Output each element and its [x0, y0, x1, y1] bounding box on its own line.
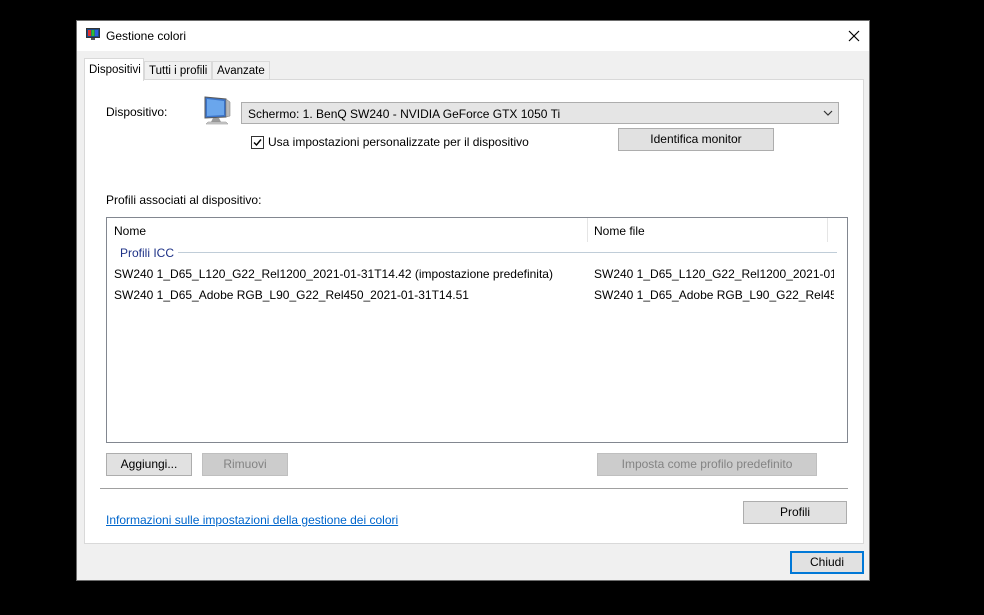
device-label: Dispositivo: [106, 105, 168, 119]
custom-settings-label[interactable]: Usa impostazioni personalizzate per il d… [268, 135, 529, 149]
profile-name: SW240 1_D65_L120_G22_Rel1200_2021-01-31T… [114, 267, 553, 281]
title-bar[interactable]: Gestione colori [77, 21, 869, 51]
column-separator[interactable] [587, 218, 588, 242]
group-header-icc[interactable]: Profili ICC [120, 246, 174, 260]
group-divider [178, 252, 837, 253]
column-separator[interactable] [827, 218, 828, 242]
profile-filename: SW240 1_D65_L120_G22_Rel1200_2021-01-... [594, 267, 834, 281]
close-button[interactable]: Chiudi [790, 551, 864, 574]
close-icon [848, 30, 860, 42]
associated-profiles-label: Profili associati al dispositivo: [106, 193, 262, 207]
add-profile-button[interactable]: Aggiungi... [106, 453, 192, 476]
color-management-app-icon [86, 28, 100, 40]
set-default-profile-button[interactable]: Imposta come profilo predefinito [597, 453, 817, 476]
tab-tutti-i-profili[interactable]: Tutti i profili [144, 61, 212, 80]
divider [100, 488, 848, 489]
device-select-value: Schermo: 1. BenQ SW240 - NVIDIA GeForce … [248, 107, 561, 121]
custom-settings-checkbox[interactable] [251, 136, 264, 149]
device-select[interactable]: Schermo: 1. BenQ SW240 - NVIDIA GeForce … [241, 102, 839, 124]
profiles-list[interactable]: Nome Nome file Profili ICC SW240 1_D65_L… [106, 217, 848, 443]
monitor-icon [204, 96, 231, 125]
profile-filename: SW240 1_D65_Adobe RGB_L90_G22_Rel45... [594, 288, 834, 302]
tab-dispositivi[interactable]: Dispositivi [84, 58, 144, 81]
color-management-window: Gestione colori Dispositivi Tutti i prof… [76, 20, 870, 581]
column-header-filename[interactable]: Nome file [594, 224, 645, 238]
checkmark-icon [253, 139, 262, 147]
profiles-button[interactable]: Profili [743, 501, 847, 524]
remove-profile-button[interactable]: Rimuovi [202, 453, 288, 476]
devices-panel: Dispositivo: Schermo: 1. BenQ SW240 - NV… [84, 79, 864, 544]
column-header-name[interactable]: Nome [114, 224, 146, 238]
profile-row[interactable]: SW240 1_D65_Adobe RGB_L90_G22_Rel450_202… [107, 286, 847, 306]
profile-row[interactable]: SW240 1_D65_L120_G22_Rel1200_2021-01-31T… [107, 265, 847, 285]
identify-monitor-button[interactable]: Identifica monitor [618, 128, 774, 151]
chevron-down-icon [823, 110, 833, 116]
profile-name: SW240 1_D65_Adobe RGB_L90_G22_Rel450_202… [114, 288, 469, 302]
window-title: Gestione colori [106, 29, 187, 43]
color-management-info-link[interactable]: Informazioni sulle impostazioni della ge… [106, 513, 398, 527]
tab-avanzate[interactable]: Avanzate [212, 61, 270, 80]
close-window-button[interactable] [839, 21, 869, 51]
